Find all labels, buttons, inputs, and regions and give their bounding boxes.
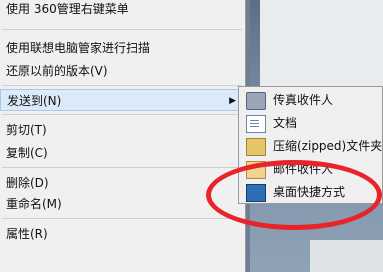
background-window-lower	[310, 240, 383, 272]
menu-item-restore-versions[interactable]: 还原以前的版本(V)	[0, 60, 245, 82]
zip-folder-icon	[246, 138, 266, 156]
menu-item-label: 使用联想电脑管家进行扫描	[6, 41, 151, 55]
menu-item-cut[interactable]: 剪切(T)	[0, 119, 245, 141]
menu-separator	[2, 85, 242, 86]
menu-item-label: 使用 360管理右键菜单	[6, 2, 129, 16]
menu-separator	[2, 167, 242, 168]
menu-item-label: 删除(D)	[6, 176, 49, 190]
menu-item-label: 还原以前的版本(V)	[6, 64, 108, 78]
menu-item-360-manage[interactable]: 使用 360管理右键菜单	[0, 0, 245, 20]
submenu-item-fax-recipient[interactable]: 传真收件人	[239, 89, 382, 111]
menu-item-send-to[interactable]: 发送到(N) ▶	[0, 89, 245, 111]
menu-separator	[2, 29, 242, 30]
menu-separator	[2, 114, 242, 115]
menu-item-label: 发送到(N)	[7, 94, 62, 108]
menu-item-lenovo-scan[interactable]: 使用联想电脑管家进行扫描	[0, 37, 245, 59]
submenu-item-label: 传真收件人	[273, 93, 334, 107]
menu-item-properties[interactable]: 属性(R)	[0, 223, 245, 245]
submenu-item-label: 文档	[273, 116, 298, 130]
submenu-item-label: 压缩(zipped)文件夹	[273, 139, 383, 153]
menu-item-label: 属性(R)	[6, 227, 48, 241]
menu-separator	[2, 218, 242, 219]
submenu-item-documents[interactable]: 文档	[239, 112, 382, 134]
submenu-item-zip-folder[interactable]: 压缩(zipped)文件夹	[239, 135, 382, 157]
context-menu: 使用 360管理右键菜单 使用联想电脑管家进行扫描 还原以前的版本(V) 发送到…	[0, 0, 246, 272]
menu-item-label: 重命名(M)	[6, 197, 62, 211]
menu-item-label: 复制(C)	[6, 146, 48, 160]
document-icon	[246, 115, 266, 133]
menu-item-copy[interactable]: 复制(C)	[0, 142, 245, 164]
fax-icon	[246, 92, 266, 110]
highlight-ellipse	[206, 160, 382, 230]
submenu-arrow-icon: ▶	[229, 96, 236, 106]
menu-item-label: 剪切(T)	[6, 123, 47, 137]
